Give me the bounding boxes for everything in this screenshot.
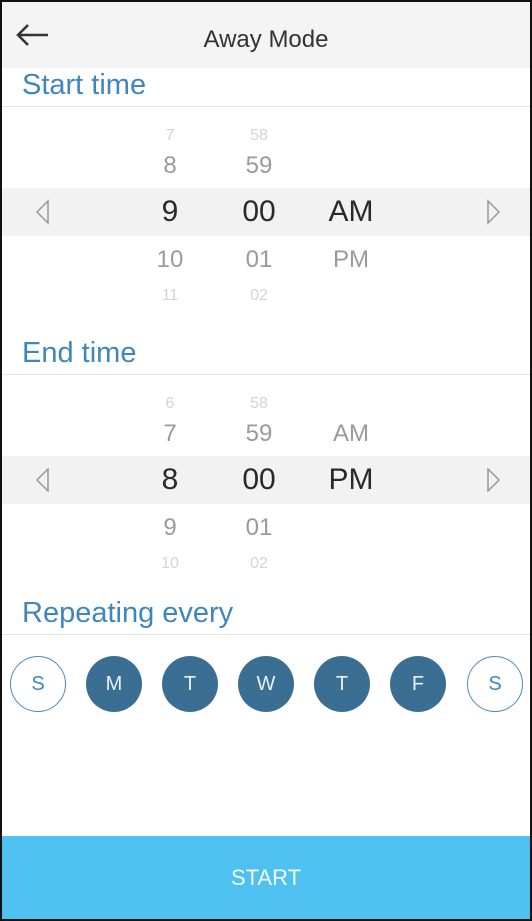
minute-cell: 01: [245, 514, 273, 541]
hour-cell: 9: [163, 514, 177, 541]
end-time-row[interactable]: 10 02: [2, 546, 530, 582]
day-wednesday-toggle[interactable]: W: [238, 656, 294, 712]
start-time-row[interactable]: 10 01 PM: [2, 242, 530, 278]
day-letter: T: [183, 672, 197, 695]
day-letter: S: [488, 672, 502, 695]
minute-cell: 00: [242, 463, 276, 496]
end-time-row[interactable]: 9 01: [2, 510, 530, 546]
minute-cell: 59: [245, 420, 273, 447]
period-cell: PM: [328, 463, 374, 496]
start-time-row[interactable]: 11 02: [2, 278, 530, 314]
hour-cell: 10: [161, 555, 179, 572]
end-time-header: End time: [2, 332, 530, 375]
minute-cell: 02: [250, 555, 268, 572]
day-letter: T: [335, 672, 349, 695]
start-time-label: Start time: [22, 69, 147, 101]
page-title: Away Mode: [203, 26, 329, 53]
hour-cell: 10: [156, 246, 184, 273]
end-time-row[interactable]: 7 59 AM: [2, 416, 530, 452]
repeating-header: Repeating every: [2, 588, 530, 635]
hour-cell: 8: [161, 463, 179, 496]
away-mode-screen: Away Mode Start time 7 58 8 59 9 00 AM 1…: [0, 0, 532, 921]
end-time-selected-row[interactable]: 8 00 PM: [2, 462, 530, 498]
start-time-selected-row[interactable]: 9 00 AM: [2, 194, 530, 230]
start-time-picker[interactable]: 7 58 8 59 9 00 AM 10 01 PM 11 02: [2, 118, 530, 314]
repeating-label: Repeating every: [22, 597, 234, 629]
weekday-selector: S M T W T F S: [2, 654, 530, 714]
minute-cell: 01: [245, 246, 273, 273]
hour-cell: 7: [163, 420, 177, 447]
hour-cell: 9: [161, 195, 179, 228]
day-tuesday-toggle[interactable]: T: [162, 656, 218, 712]
minute-cell: 02: [250, 287, 268, 304]
start-time-header: Start time: [2, 68, 530, 107]
hour-cell: 8: [163, 152, 177, 179]
day-letter: F: [411, 672, 425, 695]
day-letter: W: [256, 672, 276, 695]
start-button[interactable]: START: [2, 836, 530, 919]
minute-cell: 59: [245, 152, 273, 179]
day-friday-toggle[interactable]: F: [390, 656, 446, 712]
end-time-picker[interactable]: 6 58 7 59 AM 8 00 PM 9 01 10 02: [2, 386, 530, 582]
minute-cell: 00: [242, 195, 276, 228]
day-letter: M: [105, 672, 123, 695]
day-monday-toggle[interactable]: M: [86, 656, 142, 712]
day-letter: S: [31, 672, 45, 695]
period-cell: AM: [333, 420, 369, 447]
period-cell: PM: [333, 246, 369, 273]
top-bar: Away Mode: [2, 2, 530, 68]
day-thursday-toggle[interactable]: T: [314, 656, 370, 712]
end-time-label: End time: [22, 337, 137, 369]
day-saturday-toggle[interactable]: S: [467, 656, 523, 712]
period-cell: AM: [328, 195, 374, 228]
hour-cell: 11: [161, 287, 179, 304]
day-sunday-toggle[interactable]: S: [10, 656, 66, 712]
start-time-row[interactable]: 8 59: [2, 148, 530, 184]
